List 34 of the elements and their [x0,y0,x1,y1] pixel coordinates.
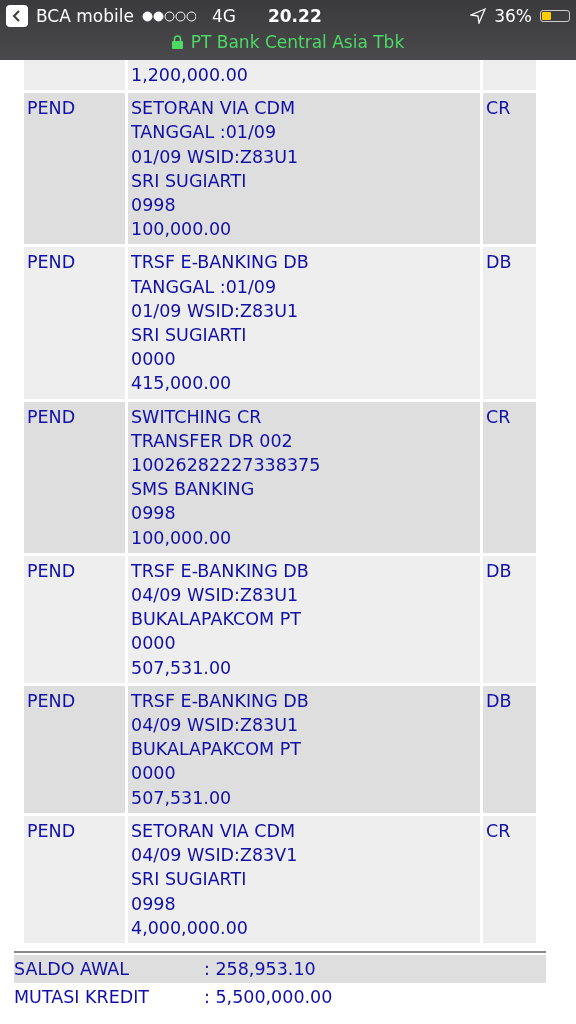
clock-time: 20.22 [267,6,322,26]
status-cell: PEND [24,555,125,683]
network-label: 4G [211,6,236,26]
battery-icon [540,10,570,22]
description-cell: TRSF E-BANKING DB TANGGAL :01/09 01/09 WSID:Z83U1 SRI SUGIARTI 0000 415,000.00 [128,247,480,399]
location-arrow-icon [470,8,487,24]
back-icon[interactable] [6,5,28,27]
summary-label: MUTASI KREDIT [14,985,151,1009]
description-cell: TRSF E-BANKING DB 04/09 WSID:Z83U1 BUKALAPAKCOM PT 0000 507,531.00 [128,555,480,683]
signal-icon [141,10,196,22]
type-cell: CR [483,401,536,553]
summary-label: SALDO AWAL [14,957,131,981]
type-cell: DB [483,555,536,683]
summary-value: : 5,500,000.00 [204,985,334,1009]
description-cell: 1,200,000.00 [128,60,480,91]
description-cell: TRSF E-BANKING DB 04/09 WSID:Z83U1 BUKALAPAKCOM PT 0000 507,531.00 [128,685,480,813]
type-cell: CR [483,93,536,245]
status-cell: PEND [24,93,125,245]
status-cell: PEND [24,401,125,553]
type-cell: CR [483,815,536,943]
description-cell: SETORAN VIA CDM TANGGAL :01/09 01/09 WSID:Z83U1 SRI SUGIARTI 0998 100,000.00 [128,93,480,245]
site-title: PT Bank Central Asia Tbk [190,32,405,52]
status-cell: PEND [24,247,125,399]
status-cell: PEND [24,685,125,813]
type-cell: DB [483,247,536,399]
description-cell: SETORAN VIA CDM 04/09 WSID:Z83V1 SRI SUGIARTI 0998 4,000,000.00 [128,815,480,943]
type-cell: DB [483,685,536,813]
battery-percent: 36% [494,6,532,26]
lock-icon [171,35,183,49]
summary-value: : 258,953.10 [204,957,317,981]
back-label[interactable]: BCA mobile [36,6,134,26]
description-cell: SWITCHING CR TRANSFER DR 002 10026282227338375 SMS BANKING 0998 100,000.00 [128,401,480,553]
type-cell [483,60,536,91]
status-cell: PEND [24,815,125,943]
